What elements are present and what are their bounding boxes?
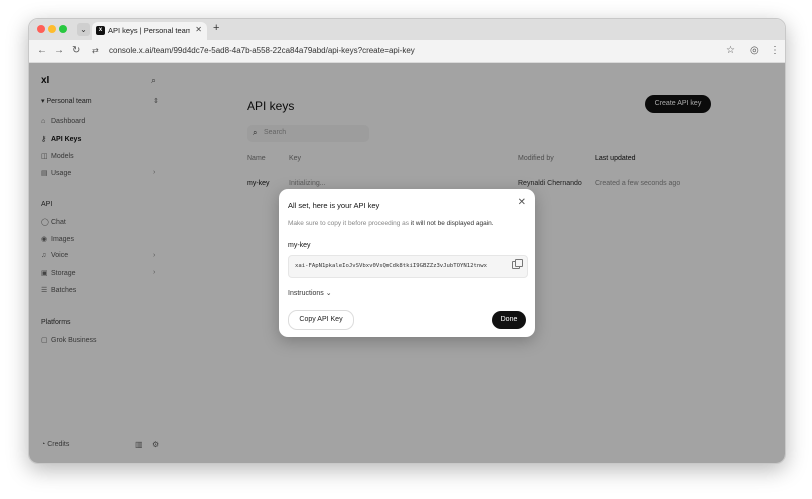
reload-icon[interactable]: ↻ (72, 45, 80, 57)
api-key-modal: All set, here is your API key ✕ Make sur… (279, 189, 535, 337)
instructions-label: Instructions (288, 290, 324, 297)
site-settings-icon[interactable]: ⇄ (92, 45, 99, 57)
copy-icon[interactable] (512, 259, 523, 269)
browser-window: ⌄ x API keys | Personal team | xAI ✕ + ←… (28, 18, 786, 464)
menu-icon[interactable]: ⋮ (770, 45, 780, 57)
profile-icon[interactable]: ◎ (750, 45, 759, 57)
tab-bar: ⌄ x API keys | Personal team | xAI ✕ + (29, 19, 785, 40)
modal-title: All set, here is your API key (288, 201, 380, 210)
tab-search-button[interactable]: ⌄ (77, 23, 90, 36)
copy-api-key-button[interactable]: Copy API Key (288, 310, 354, 330)
api-key-field[interactable]: xai-FApN1pkaleIoJvSVbxv0VsQmCdk8tkiI9GBZ… (288, 255, 528, 278)
tab-close-icon[interactable]: ✕ (195, 25, 202, 34)
minimize-window-button[interactable] (48, 25, 56, 33)
address-bar: ← → ↻ ⇄ console.x.ai/team/99d4dc7e-5ad8-… (29, 40, 785, 63)
close-icon[interactable]: ✕ (518, 197, 526, 208)
url-field[interactable]: console.x.ai/team/99d4dc7e-5ad8-4a7b-a55… (109, 46, 415, 55)
xai-favicon-icon: x (96, 26, 105, 35)
forward-icon[interactable]: → (54, 45, 64, 57)
modal-description-text: Make sure to copy it before proceeding a… (288, 220, 411, 227)
done-button[interactable]: Done (492, 311, 526, 329)
instructions-toggle[interactable]: Instructions ⌄ (288, 289, 332, 297)
back-icon[interactable]: ← (37, 45, 47, 57)
modal-description: Make sure to copy it before proceeding a… (288, 220, 494, 227)
bookmark-star-icon[interactable]: ☆ (726, 45, 735, 57)
new-tab-button[interactable]: + (213, 22, 219, 34)
browser-tab[interactable]: x API keys | Personal team | xAI ✕ (92, 22, 207, 40)
chevron-down-icon: ⌄ (325, 290, 332, 297)
tab-title: API keys | Personal team | xAI (108, 26, 190, 35)
modal-warning-text: it will not be displayed again. (410, 220, 494, 227)
maximize-window-button[interactable] (59, 25, 67, 33)
modal-key-name: my-key (288, 242, 311, 249)
api-key-value[interactable]: xai-FApN1pkaleIoJvSVbxv0VsQmCdk8tkiI9GBZ… (295, 263, 503, 269)
close-window-button[interactable] (37, 25, 45, 33)
